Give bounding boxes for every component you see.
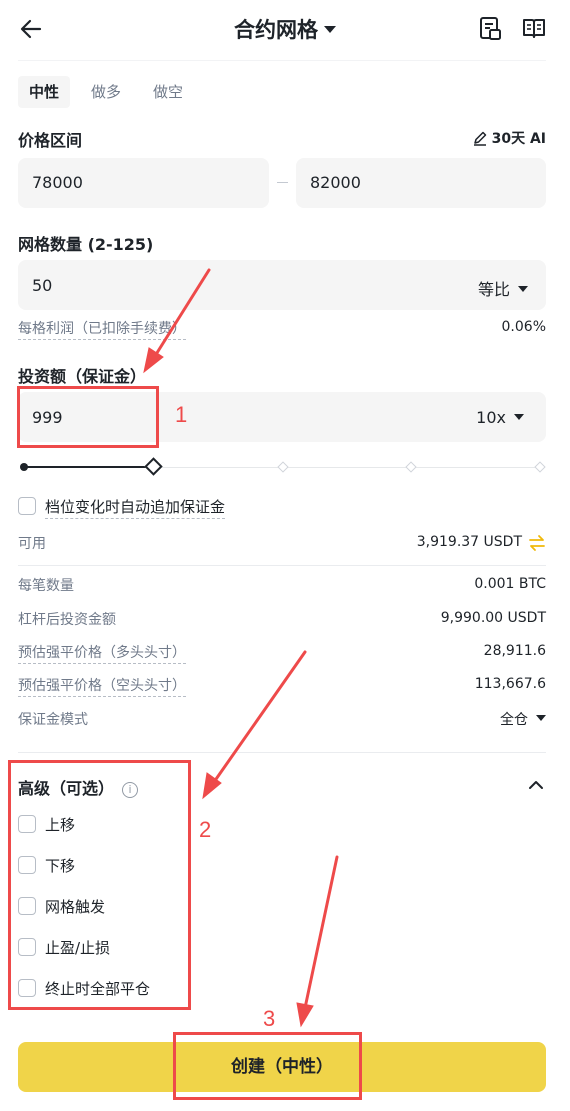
price-low-input[interactable]: 78000: [18, 158, 269, 208]
annotation-number-1: 1: [175, 402, 188, 427]
guide-book-icon[interactable]: [521, 15, 547, 41]
pencil-icon: [473, 131, 486, 146]
ai-suggest-label: 30天 AI: [491, 131, 546, 147]
caret-down-icon: [536, 715, 546, 721]
auto-margin-checkbox[interactable]: [18, 497, 36, 515]
header: 合约网格: [0, 0, 570, 56]
leveraged-amount-label: 杠杆后投资金额: [18, 612, 116, 628]
annotation-box-3: [173, 1032, 362, 1100]
caret-down-icon: [514, 414, 524, 420]
liq-price-long-label: 预估强平价格（多头头寸）: [18, 642, 186, 664]
section-divider: [18, 565, 546, 566]
leverage-dropdown[interactable]: 10x: [476, 408, 524, 427]
caret-down-icon: [324, 26, 336, 33]
grid-mode-dropdown[interactable]: 等比: [478, 276, 528, 300]
leverage-value: 10x: [476, 408, 506, 427]
grid-count-value: 50: [32, 276, 53, 295]
grid-count-label: 网格数量 (2-125): [18, 235, 154, 254]
available-value: 3,919.37 USDT: [416, 534, 522, 550]
header-divider: [18, 60, 546, 61]
liq-price-short-label: 预估强平价格（空头头寸）: [18, 675, 186, 697]
tab-short[interactable]: 做空: [142, 76, 194, 108]
annotation-box-1: [17, 386, 159, 448]
per-order-qty-label: 每笔数量: [18, 578, 74, 594]
price-high-value: 82000: [310, 173, 361, 192]
margin-mode-value: 全仓: [500, 712, 528, 728]
grid-mode-value: 等比: [477, 280, 510, 299]
range-separator: [277, 182, 288, 183]
price-low-value: 78000: [32, 173, 83, 192]
annotation-number-3: 3: [263, 1006, 276, 1031]
liq-price-long-value: 28,911.6: [483, 643, 546, 659]
auto-margin-label[interactable]: 档位变化时自动追加保证金: [45, 496, 226, 519]
slider-thumb[interactable]: [143, 457, 163, 476]
tab-neutral[interactable]: 中性: [18, 76, 70, 108]
available-label: 可用: [18, 536, 46, 552]
slider-tick[interactable]: [405, 461, 417, 473]
profit-per-grid-value: 0.06%: [501, 319, 546, 335]
slider-tick[interactable]: [277, 461, 289, 473]
order-history-icon[interactable]: [477, 15, 503, 41]
margin-mode-label: 保证金模式: [18, 712, 88, 728]
page-title-text: 合约网格: [234, 18, 318, 42]
ai-suggest-link[interactable]: 30天 AI: [472, 128, 546, 148]
slider-start-dot: [20, 463, 28, 471]
section-divider: [18, 752, 546, 753]
transfer-icon[interactable]: [528, 534, 546, 552]
annotation-number-2: 2: [199, 817, 212, 842]
grid-count-input[interactable]: 50 等比: [18, 260, 546, 310]
price-range-label: 价格区间: [18, 131, 83, 150]
annotation-box-2: [8, 760, 191, 1010]
caret-down-icon: [518, 286, 528, 292]
price-high-input[interactable]: 82000: [296, 158, 546, 208]
leveraged-amount-value: 9,990.00 USDT: [440, 610, 546, 626]
slider-tick[interactable]: [534, 461, 546, 473]
liq-price-short-value: 113,667.6: [474, 676, 546, 692]
investment-label: 投资额（保证金）: [18, 367, 147, 386]
margin-mode-dropdown[interactable]: 全仓: [500, 709, 546, 729]
tab-long[interactable]: 做多: [80, 76, 132, 108]
per-order-qty-value: 0.001 BTC: [474, 576, 546, 592]
chevron-up-icon[interactable]: [528, 778, 544, 790]
profit-per-grid-label: 每格利润（已扣除手续费）: [18, 318, 186, 340]
slider-fill: [24, 466, 154, 468]
